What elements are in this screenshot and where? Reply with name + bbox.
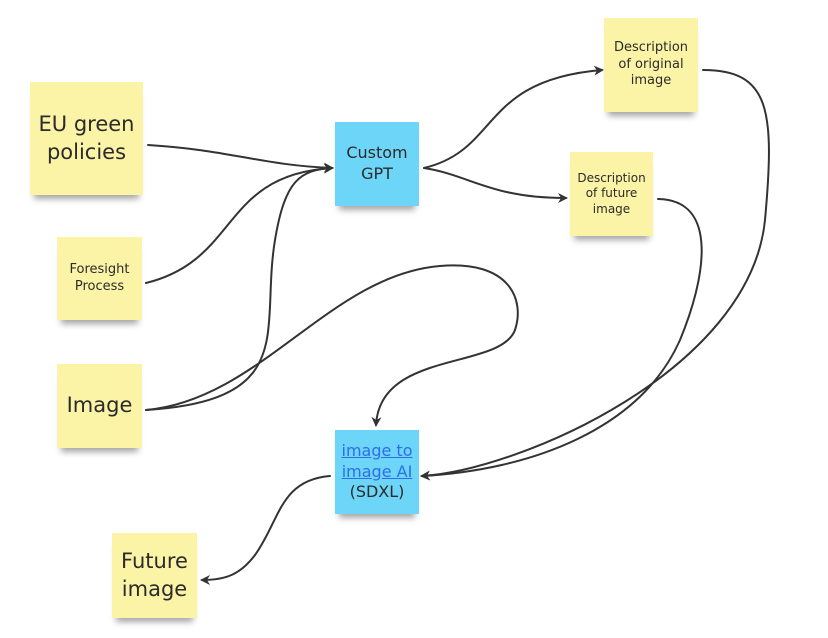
- edge-img2img-to-future: [200, 475, 331, 585]
- note-foresight-process[interactable]: Foresight Process: [57, 237, 142, 320]
- img2img-suffix: (SDXL): [349, 482, 405, 502]
- img2img-link[interactable]: image to image AI: [342, 441, 413, 481]
- note-text: Description of future image: [577, 170, 646, 216]
- note-description-future[interactable]: Description of future image: [570, 152, 653, 236]
- edge-desc-original-to-img2img: [420, 69, 770, 481]
- edge-image-to-gpt: [145, 163, 334, 411]
- note-eu-green-policies[interactable]: EU green policies: [30, 82, 143, 195]
- note-text: Custom GPT: [346, 143, 408, 183]
- note-img2img[interactable]: image to image AI (SDXL): [335, 430, 419, 514]
- edge-eu-to-gpt: [147, 144, 334, 173]
- edge-gpt-to-desc-future: [423, 167, 568, 203]
- note-text: Foresight Process: [69, 261, 130, 294]
- note-image[interactable]: Image: [57, 364, 142, 448]
- note-text: Image: [66, 393, 133, 418]
- note-text: image to image AI (SDXL): [339, 441, 415, 503]
- note-text: EU green policies: [38, 112, 135, 164]
- note-future-image[interactable]: Future image: [112, 533, 197, 618]
- edge-desc-future-to-img2img: [420, 198, 703, 481]
- note-text: Future image: [121, 549, 188, 601]
- note-text: Description of original image: [613, 39, 689, 89]
- note-custom-gpt[interactable]: Custom GPT: [335, 122, 419, 206]
- edge-foresight-to-gpt: [145, 163, 334, 284]
- note-description-original[interactable]: Description of original image: [604, 18, 698, 112]
